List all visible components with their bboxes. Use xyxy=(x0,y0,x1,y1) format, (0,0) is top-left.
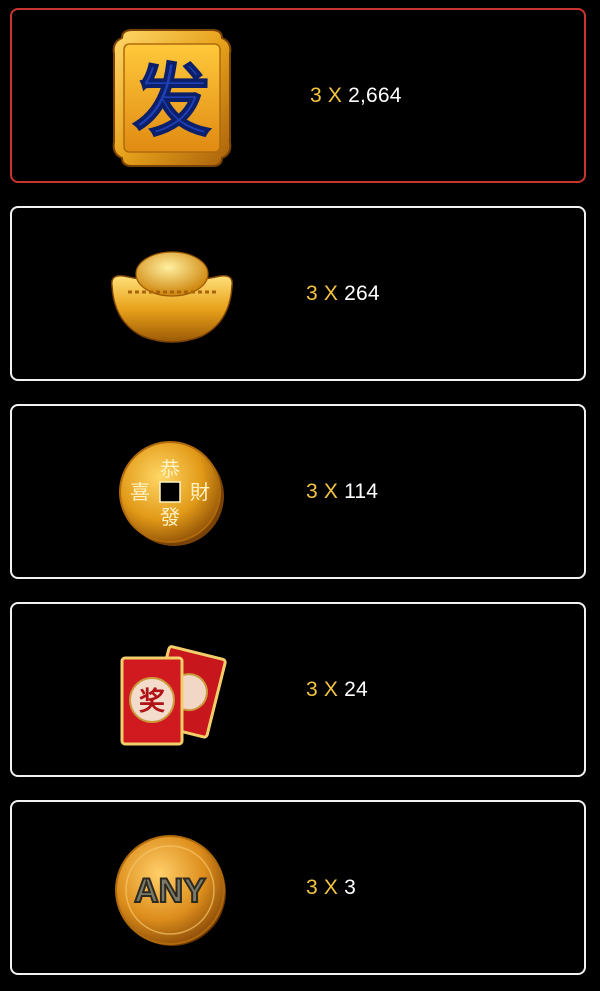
svg-text:發: 發 xyxy=(160,505,180,529)
payout-label: 3 X 3 xyxy=(306,802,356,973)
svg-text:发: 发 xyxy=(133,57,211,147)
payout-label: 3 X 2,664 xyxy=(310,10,402,181)
times-sign: X xyxy=(323,281,339,305)
fa-tile-icon: 发 xyxy=(102,28,242,168)
count-value: 3 xyxy=(310,83,322,107)
count-value: 3 xyxy=(306,479,318,503)
count-value: 3 xyxy=(306,677,318,701)
gold-ingot-icon xyxy=(102,226,242,366)
svg-text:喜: 喜 xyxy=(130,480,150,504)
payout-label: 3 X 114 xyxy=(306,406,378,577)
payout-value: 114 xyxy=(344,479,379,503)
any-coin-icon: ANY xyxy=(102,820,242,960)
paytable-row-any[interactable]: ANY 3 X 3 xyxy=(10,800,586,975)
paytable-row-envelope[interactable]: 奖 3 X 24 xyxy=(10,602,586,777)
red-envelope-icon: 奖 xyxy=(102,622,242,762)
paytable-row-fa[interactable]: 发 3 X 2,664 xyxy=(10,8,586,183)
svg-text:奖: 奖 xyxy=(139,686,166,717)
times-sign: X xyxy=(323,479,339,503)
payout-label: 3 X 24 xyxy=(306,604,368,775)
payout-value: 3 xyxy=(344,875,356,899)
payout-value: 24 xyxy=(344,677,368,701)
svg-text:恭: 恭 xyxy=(160,457,180,481)
count-value: 3 xyxy=(306,875,318,899)
times-sign: X xyxy=(323,677,339,701)
payout-value: 264 xyxy=(344,281,380,305)
svg-text:ANY: ANY xyxy=(134,872,206,910)
times-sign: X xyxy=(323,875,339,899)
gold-coin-icon: 恭 喜 財 發 xyxy=(102,424,242,564)
times-sign: X xyxy=(327,83,343,107)
svg-text:財: 財 xyxy=(190,480,210,504)
paytable-row-coin[interactable]: 恭 喜 財 發 3 X 114 xyxy=(10,404,586,579)
paytable-row-ingot[interactable]: 3 X 264 xyxy=(10,206,586,381)
payout-label: 3 X 264 xyxy=(306,208,380,379)
payout-value: 2,664 xyxy=(348,83,402,107)
count-value: 3 xyxy=(306,281,318,305)
